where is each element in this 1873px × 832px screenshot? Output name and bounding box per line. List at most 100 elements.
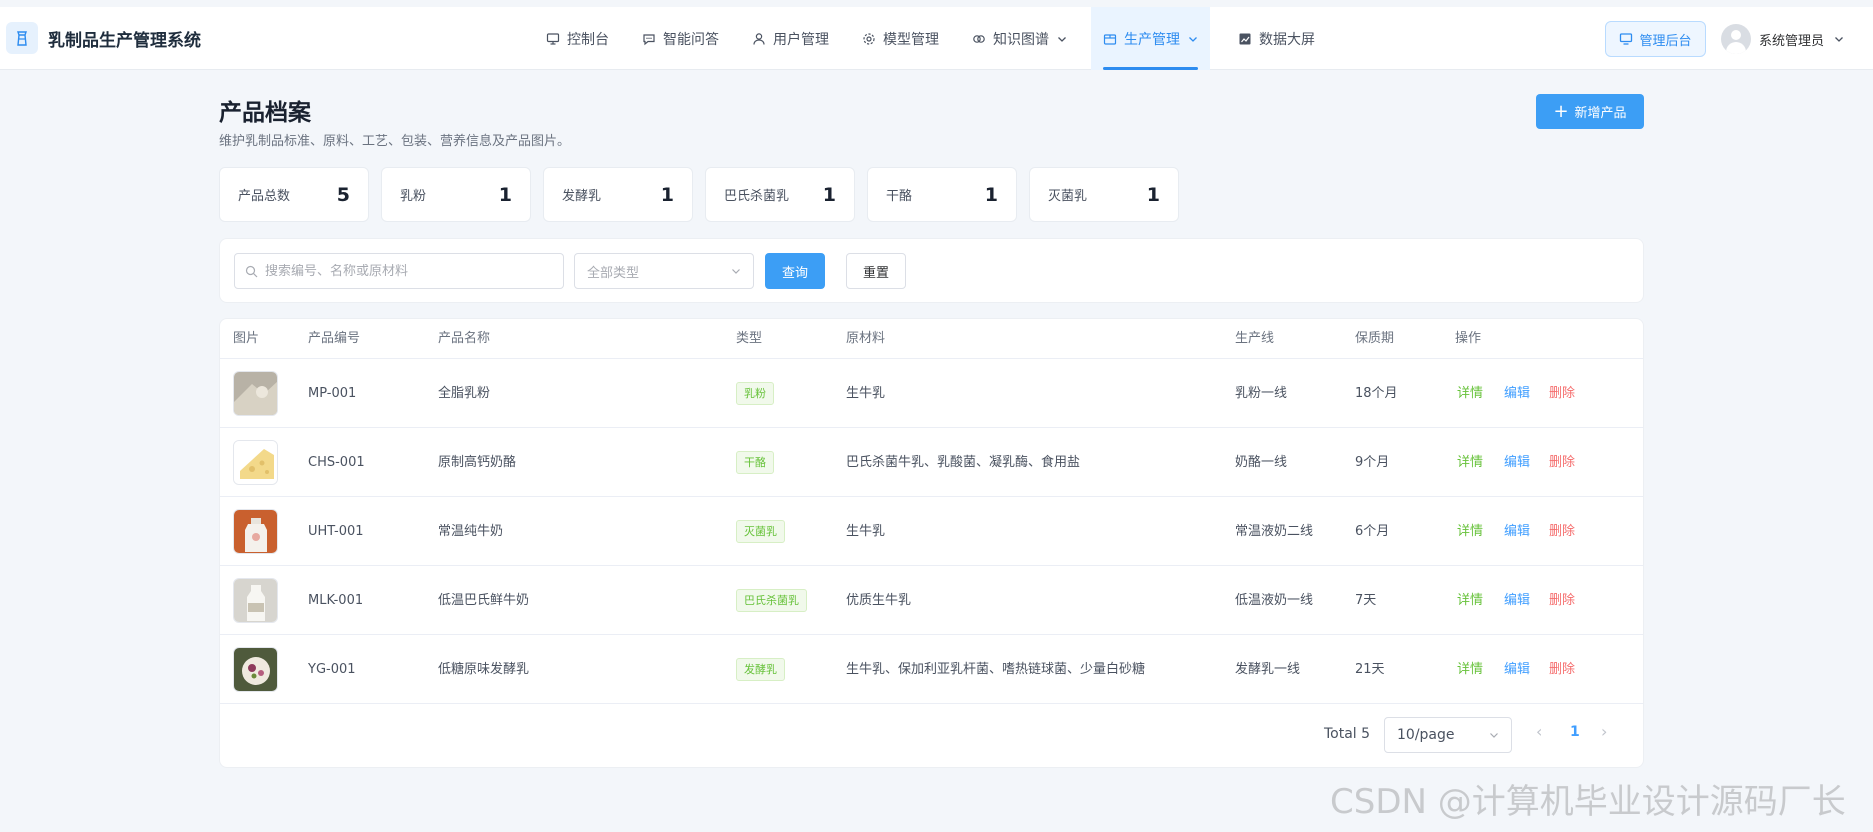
nav-label: 用户管理 [773,31,829,48]
detail-link[interactable]: 详情 [1457,497,1483,566]
brand-title: 乳制品生产管理系统 [48,30,201,51]
product-image[interactable] [233,509,278,554]
avatar [1721,24,1751,54]
shelf-life: 18个月 [1355,386,1398,401]
product-code: MP-001 [308,386,357,401]
nav-label: 智能问答 [663,31,719,48]
user-name: 系统管理员 [1759,33,1825,49]
chevron-down-icon [1189,36,1197,42]
table-header: 图片 产品编号 产品名称 类型 原材料 生产线 保质期 操作 [220,319,1643,359]
edit-link[interactable]: 编辑 [1504,428,1530,497]
nav-item-models[interactable]: 模型管理 [862,7,939,70]
product-name: 低糖原味发酵乳 [438,662,530,677]
detail-link[interactable]: 详情 [1457,428,1483,497]
type-select-placeholder: 全部类型 [587,265,640,281]
stat-value: 1 [822,183,836,206]
product-table: 图片 产品编号 产品名称 类型 原材料 生产线 保质期 操作 MP-001 全脂… [219,318,1644,768]
type-select[interactable]: 全部类型 [574,253,754,289]
product-name: 全脂乳粉 [438,386,491,401]
table-row: CHS-001 原制高钙奶酪 干酪 巴氏杀菌牛乳、乳酸菌、凝乳酶、食用盐 奶酪一… [220,428,1643,497]
search-icon [245,265,258,277]
delete-link[interactable]: 删除 [1549,635,1575,704]
prev-page-icon[interactable]: ‹ [1536,722,1542,741]
edit-link[interactable]: 编辑 [1504,635,1530,704]
nav-item-data-screen[interactable]: 数据大屏 [1238,7,1315,70]
stat-value: 5 [336,183,350,206]
column-header: 原材料 [846,331,886,346]
column-header: 产品编号 [308,331,361,346]
table-row: MLK-001 低温巴氏鲜牛奶 巴氏杀菌乳 优质生牛乳 低温液奶一线 7天 详情… [220,566,1643,635]
next-page-icon[interactable]: › [1601,722,1607,741]
link-icon [973,34,985,43]
nav-label: 控制台 [567,31,609,48]
nav-item-users[interactable]: 用户管理 [752,7,829,70]
plus-icon: + [1553,100,1569,122]
query-button[interactable]: 查询 [765,253,825,289]
shelf-life: 7天 [1355,593,1377,608]
product-code: UHT-001 [308,524,364,539]
nav-label: 生产管理 [1124,31,1180,48]
add-product-button[interactable]: + 新增产品 [1536,94,1644,129]
stat-label: 乳粉 [400,189,427,204]
table-row: UHT-001 常温纯牛奶 灭菌乳 生牛乳 常温液奶二线 6个月 详情 编辑 删… [220,497,1643,566]
nav-item-production[interactable]: 生产管理 [1091,7,1210,70]
product-name: 原制高钙奶酪 [438,455,517,470]
type-tag: 干酪 [736,451,774,474]
product-image[interactable] [233,647,278,692]
page-size-value: 10/page [1397,727,1455,743]
page-number[interactable]: 1 [1570,724,1580,740]
type-tag: 巴氏杀菌乳 [736,589,807,612]
nav-label: 知识图谱 [993,31,1049,48]
stat-value: 1 [660,183,674,206]
stat-card-pasteurized: 巴氏杀菌乳 1 [705,167,855,222]
product-image[interactable] [233,371,278,416]
nav-item-qa[interactable]: 智能问答 [642,7,719,70]
reset-button[interactable]: 重置 [846,253,906,289]
top-navbar: 乳制品生产管理系统 控制台 智能问答 用户管理 模型管理 知识图谱 生产管理 数… [0,7,1873,70]
delete-link[interactable]: 删除 [1549,359,1575,428]
admin-console-button[interactable]: 管理后台 [1605,21,1706,57]
delete-link[interactable]: 删除 [1549,428,1575,497]
nav-item-dashboard[interactable]: 控制台 [546,7,609,70]
shelf-life: 21天 [1355,662,1385,677]
gear-icon [863,32,875,45]
search-box[interactable] [234,253,564,289]
detail-link[interactable]: 详情 [1457,359,1483,428]
page-size-select[interactable]: 10/page [1384,717,1512,753]
production-line: 常温液奶二线 [1235,524,1314,539]
detail-link[interactable]: 详情 [1457,635,1483,704]
raw-material: 生牛乳、保加利亚乳杆菌、嗜热链球菌、少量白砂糖 [846,662,1146,677]
filter-bar: 全部类型 查询 重置 [219,238,1644,303]
product-image[interactable] [233,578,278,623]
stat-card-total: 产品总数 5 [219,167,369,222]
stat-card-cheese: 干酪 1 [867,167,1017,222]
monitor-icon [1620,33,1633,45]
nav-item-knowledge-graph[interactable]: 知识图谱 [972,7,1067,70]
user-menu[interactable]: 系统管理员 [1721,21,1844,57]
product-code: MLK-001 [308,593,364,608]
stat-label: 发酵乳 [562,189,602,204]
type-tag: 乳粉 [736,382,774,405]
search-input[interactable] [265,263,545,279]
column-header: 生产线 [1235,331,1275,346]
detail-link[interactable]: 详情 [1457,566,1483,635]
edit-link[interactable]: 编辑 [1504,359,1530,428]
product-image[interactable] [233,440,278,485]
edit-link[interactable]: 编辑 [1504,566,1530,635]
raw-material: 巴氏杀菌牛乳、乳酸菌、凝乳酶、食用盐 [846,455,1081,470]
delete-link[interactable]: 删除 [1549,566,1575,635]
shelf-life: 6个月 [1355,524,1390,539]
table-row: MP-001 全脂乳粉 乳粉 生牛乳 乳粉一线 18个月 详情 编辑 删除 [220,359,1643,428]
edit-link[interactable]: 编辑 [1504,497,1530,566]
user-icon [753,32,765,45]
column-header: 操作 [1455,331,1482,346]
box-icon [1103,33,1117,45]
shelf-life: 9个月 [1355,455,1390,470]
production-line: 低温液奶一线 [1235,593,1314,608]
nav-label: 数据大屏 [1259,31,1315,48]
column-header: 图片 [233,331,260,346]
brand[interactable]: 乳制品生产管理系统 [6,21,201,55]
nav-label: 模型管理 [883,31,939,48]
admin-console-label: 管理后台 [1639,33,1692,49]
delete-link[interactable]: 删除 [1549,497,1575,566]
